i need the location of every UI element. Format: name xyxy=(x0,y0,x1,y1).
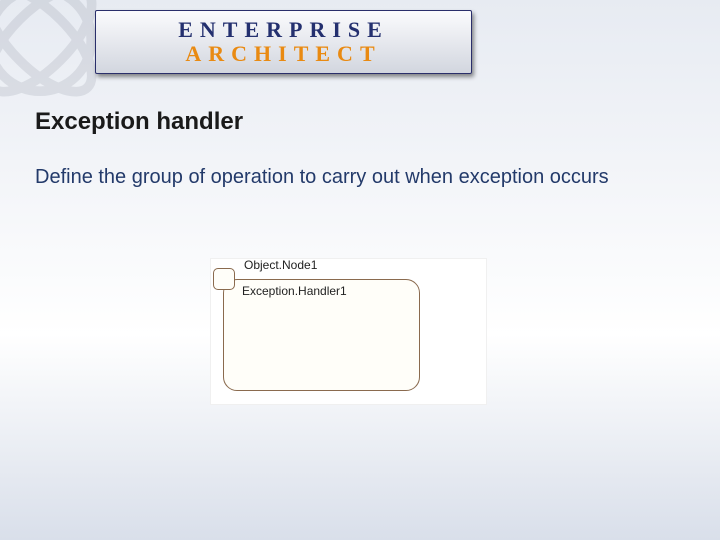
exception-handler-node: Object.Node1 Exception.Handler1 xyxy=(223,279,420,391)
description-text: Define the group of operation to carry o… xyxy=(35,165,635,190)
object-node-label: Object.Node1 xyxy=(244,258,317,272)
diagram-canvas: Object.Node1 Exception.Handler1 xyxy=(210,258,487,405)
exception-handler-label: Exception.Handler1 xyxy=(242,284,347,298)
page-title: Exception handler xyxy=(35,108,243,136)
product-banner: ENTERPRISE ARCHITECT xyxy=(95,10,472,74)
banner-line-2: ARCHITECT xyxy=(185,41,381,67)
object-node-pin xyxy=(213,268,235,290)
banner-line-1: ENTERPRISE xyxy=(178,17,389,43)
slide: ENTERPRISE ARCHITECT Exception handler D… xyxy=(0,0,720,540)
